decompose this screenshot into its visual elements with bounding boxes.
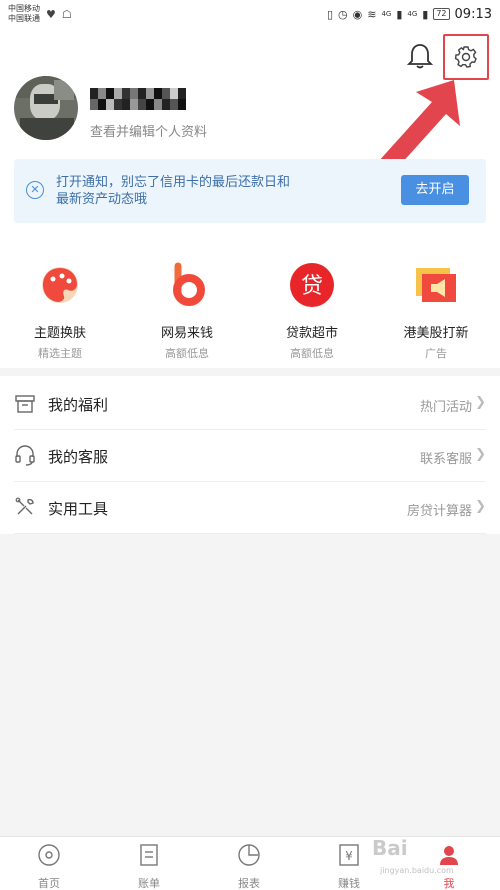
carrier-1: 中国移动 [8,4,40,13]
headset-icon [15,445,35,466]
wifi-icon: ≋ [367,7,377,21]
menu-right-text: 联系客服 [419,452,472,467]
feature-wangyi[interactable]: 网易来钱 高额低息 [137,262,237,361]
menu-right-text: 热门活动 [419,400,472,415]
feature-subtitle: 广告 [425,347,447,360]
chart-icon [238,844,260,866]
close-icon[interactable]: ✕ [26,181,44,199]
menu-label: 我的福利 [48,396,109,414]
signal-1-icon: ▮ [396,7,403,21]
money-icon: ¥ [339,844,359,866]
menu-item-service[interactable]: 我的客服 联系客服 ❯ [0,430,500,482]
menu-label: 实用工具 [48,500,109,518]
palette-icon [42,267,78,303]
feature-loan[interactable]: 贷 贷款超市 高额低息 [262,262,362,361]
chevron-right-icon: ❯ [475,499,486,514]
feature-title: 贷款超市 [285,326,338,341]
tab-label: 我 [443,877,455,890]
feature-hk-us-stocks[interactable]: 港美股打新 广告 [386,262,486,361]
menu-list: 我的福利 热门活动 ❯ 我的客服 联系客服 ❯ 实用工具 房贷计算器 ❯ [0,376,500,534]
menu-item-welfare[interactable]: 我的福利 热门活动 ❯ [0,378,500,430]
signal-1-label: 4G [381,10,392,18]
edit-profile-link[interactable]: 查看并编辑个人资料 [90,121,207,140]
clock: 09:13 [454,6,492,22]
home-icon [38,844,60,866]
avatar[interactable] [14,76,78,140]
feature-subtitle: 高额低息 [165,347,209,360]
settings-button[interactable] [443,34,489,80]
wangyi-laiqian-icon [173,262,205,306]
username-pixelated [90,88,186,110]
bill-icon [140,844,158,866]
gift-box-icon [15,395,35,413]
baidu-watermark: Bai [372,836,408,860]
vibrate-icon: ▯ [326,7,333,21]
tab-label: 首页 [38,877,60,890]
feature-subtitle: 高额低息 [290,347,334,360]
notification-icon: ☖ [61,7,72,21]
user-icon [440,846,458,865]
loan-market-icon: 贷 [290,263,334,307]
menu-label: 我的客服 [48,448,109,466]
feature-theme[interactable]: 主题换肤 精选主题 [10,262,110,361]
feature-title: 网易来钱 [160,326,213,341]
health-icon: ♥ [46,7,56,21]
tab-bill[interactable]: 账单 [109,843,189,890]
baidu-watermark-url: jingyan.baidu.com [380,866,454,875]
eye-icon: ◉ [352,7,363,21]
tab-report[interactable]: 报表 [209,843,289,890]
signal-2-icon: ▮ [422,7,429,21]
gear-icon [454,46,477,68]
menu-right-text: 房贷计算器 [406,504,472,519]
tab-label: 赚钱 [338,877,360,890]
feature-subtitle: 精选主题 [38,347,82,360]
tab-label: 账单 [138,877,160,890]
signal-2-label: 4G [407,10,418,18]
menu-item-tools[interactable]: 实用工具 房贷计算器 ❯ [0,482,500,534]
chevron-right-icon: ❯ [475,447,486,462]
chevron-right-icon: ❯ [475,395,486,410]
notification-banner: ✕ 打开通知，别忘了信用卡的最后还款日和最新资产动态哦 去开启 [14,159,486,223]
svg-text:¥: ¥ [345,849,353,863]
status-bar: 中国移动 中国联通 ♥ ☖ ▯ ◷ ◉ ≋ 4G ▮ 4G ▮ 72 09:13 [0,0,500,28]
bottom-tab-bar: 首页 账单 报表 ¥ 赚钱 我 [0,836,500,890]
tab-label: 报表 [238,877,260,890]
carrier-2: 中国联通 [8,14,40,23]
megaphone-icon [416,268,456,302]
feature-title: 港美股打新 [403,326,469,341]
profile-section: 查看并编辑个人资料 ✕ 打开通知，别忘了信用卡的最后还款日和最新资产动态哦 去开… [0,28,500,368]
alarm-icon: ◷ [338,7,348,21]
tab-home[interactable]: 首页 [9,843,89,890]
battery-icon: 72 [433,8,450,20]
bell-icon[interactable] [407,42,433,70]
enable-notifications-button[interactable]: 去开启 [401,175,469,205]
divider [14,533,486,534]
notice-text: 打开通知，别忘了信用卡的最后还款日和最新资产动态哦 [56,175,291,207]
feature-title: 主题换肤 [33,326,86,341]
tools-icon [15,497,34,515]
svg-text:贷: 贷 [301,274,323,299]
